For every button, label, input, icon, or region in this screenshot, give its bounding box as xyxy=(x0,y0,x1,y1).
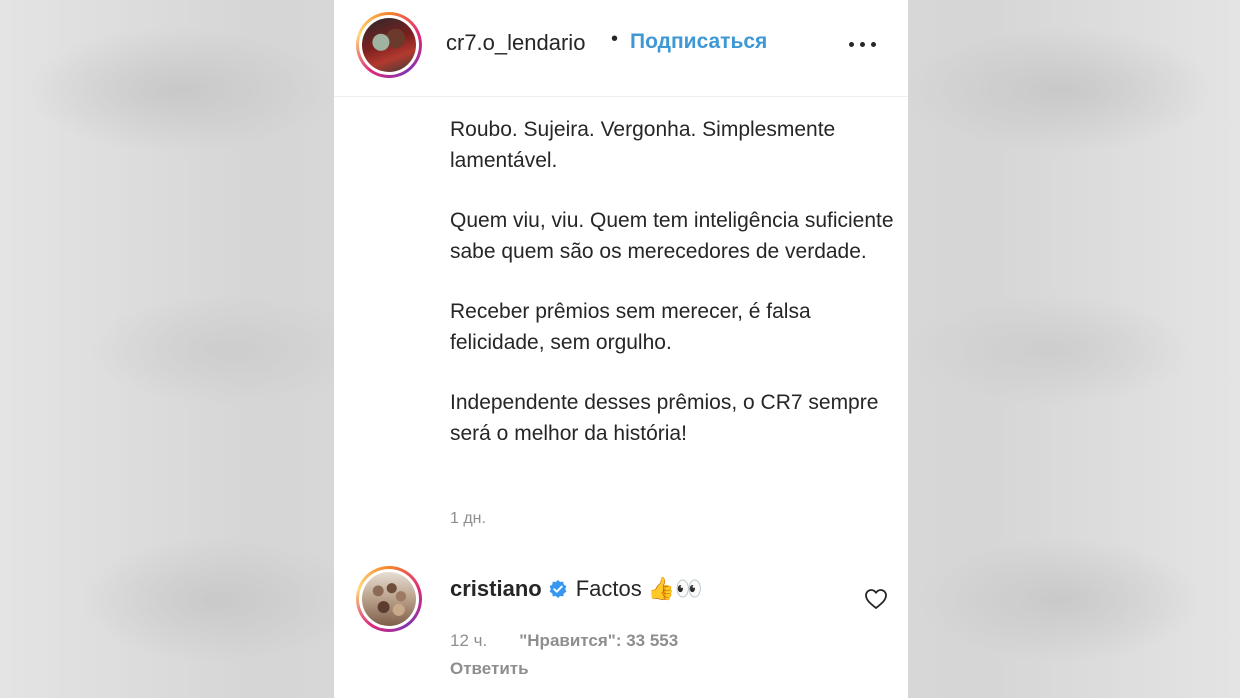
comment-text: Factos xyxy=(575,576,642,601)
author-username[interactable]: cr7.o_lendario xyxy=(446,30,585,56)
caption-paragraph: Roubo. Sujeira. Vergonha. Simplesmente l… xyxy=(450,118,836,172)
post-caption: Roubo. Sujeira. Vergonha. Simplesmente l… xyxy=(450,114,900,478)
comment-meta: 12 ч. "Нравится": 33 553 xyxy=(450,631,678,651)
caption-paragraph: Independente desses prêmios, o CR7 sempr… xyxy=(450,391,879,445)
follow-button[interactable]: Подписаться xyxy=(630,30,767,54)
header-separator: • xyxy=(611,28,619,50)
more-options-icon[interactable] xyxy=(849,40,879,50)
caption-paragraph: Quem viu, viu. Quem tem inteligência suf… xyxy=(450,209,894,263)
commenter-avatar[interactable] xyxy=(356,566,422,632)
verified-badge-icon xyxy=(548,579,568,599)
comment-emoji: 👍👀 xyxy=(647,576,703,601)
heart-outline-icon[interactable] xyxy=(864,588,888,610)
post-header: cr7.o_lendario • Подписаться xyxy=(334,0,908,97)
author-avatar[interactable] xyxy=(356,12,422,78)
reply-button[interactable]: Ответить xyxy=(450,659,529,679)
commenter-username[interactable]: cristiano xyxy=(450,576,542,602)
caption-paragraph: Receber prêmios sem merecer, é falsa fel… xyxy=(450,300,811,354)
comment-likes-count[interactable]: "Нравится": 33 553 xyxy=(519,631,678,650)
post-timestamp[interactable]: 1 дн. xyxy=(450,510,486,528)
instagram-post-panel: cr7.o_lendario • Подписаться Roubo. Suje… xyxy=(334,0,908,698)
comment: cristiano Factos 👍👀 xyxy=(450,576,703,602)
comment-timestamp[interactable]: 12 ч. xyxy=(450,631,487,650)
